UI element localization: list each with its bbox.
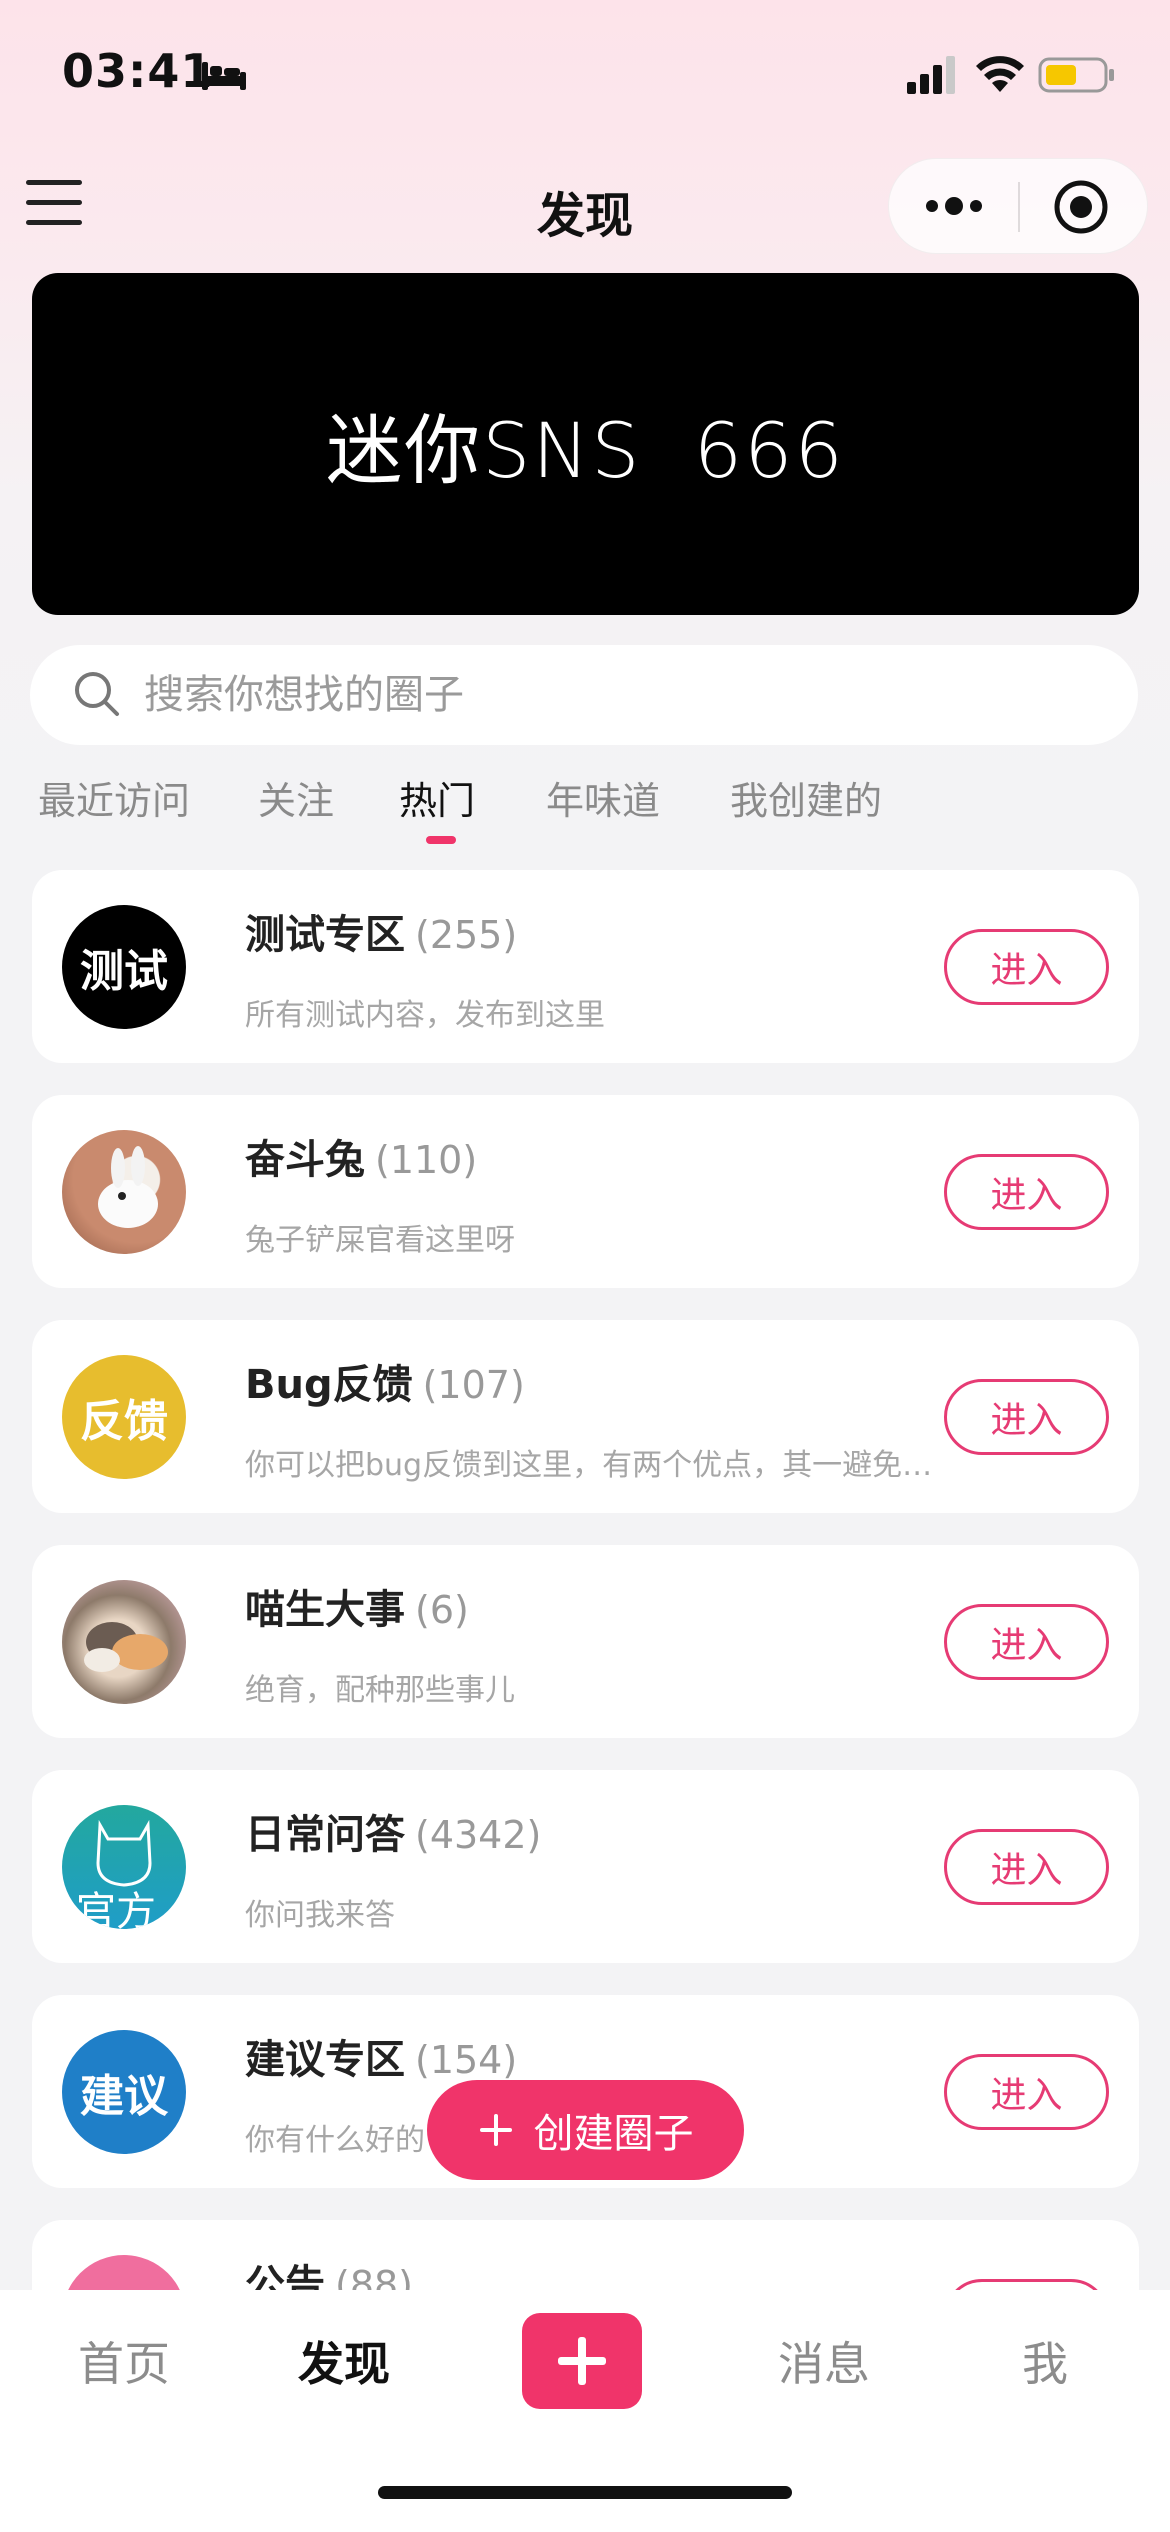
avatar-label: 测试 — [80, 946, 168, 997]
tab-new-year[interactable]: 年味道 — [546, 770, 660, 825]
circle-member-count: (154) — [415, 2038, 518, 2082]
tabbar-messages[interactable]: 消息 — [778, 2328, 870, 2394]
tab-hot[interactable]: 热门 — [399, 770, 475, 825]
avatar-label: 反馈 — [80, 1396, 168, 1447]
circle-name: 测试专区 — [245, 912, 405, 958]
tab-following[interactable]: 关注 — [258, 770, 334, 825]
home-indicator — [378, 2486, 792, 2499]
plus-icon — [558, 2337, 606, 2385]
banner-text: 迷你SNS 666 — [326, 406, 845, 495]
circle-avatar — [62, 1580, 186, 1704]
avatar-label: 建议 — [80, 2071, 168, 2122]
wifi-icon — [976, 56, 1024, 92]
tabbar-me[interactable]: 我 — [1022, 2328, 1068, 2394]
tabbar-post-button[interactable] — [522, 2313, 642, 2409]
close-miniprogram-icon[interactable] — [1052, 178, 1110, 236]
circle-avatar — [62, 1130, 186, 1254]
circle-name: 奋斗兔 — [245, 1137, 365, 1183]
circle-name: 喵生大事 — [245, 1587, 405, 1633]
cats-photo-icon — [84, 1622, 168, 1672]
plus-icon — [479, 2114, 512, 2146]
circle-description: 你可以把bug反馈到这里，有两个优点，其一避免重复反馈 — [245, 1448, 935, 1483]
cellular-signal-icon — [907, 56, 955, 94]
status-bar: 03:41 — [0, 0, 1170, 140]
circle-title-row: Bug反馈 (107) — [245, 1352, 525, 1410]
more-options-icon[interactable] — [922, 190, 986, 222]
circle-avatar: 测试 — [62, 905, 186, 1029]
circle-member-count: (6) — [415, 1588, 469, 1632]
circle-card[interactable]: 反馈 Bug反馈(107) 你可以把bug反馈到这里，有两个优点，其一避免重复反… — [32, 1320, 1139, 1513]
tabbar-home[interactable]: 首页 — [78, 2328, 170, 2394]
circle-avatar: 官方 — [62, 1805, 186, 1929]
tab-created-by-me[interactable]: 我创建的 — [730, 770, 882, 825]
circle-member-count: (110) — [375, 1138, 478, 1182]
search-input[interactable] — [144, 645, 1104, 745]
circle-card[interactable]: 测试 测试专区 (255) 所有测试内容，发布到这里 进入 — [32, 870, 1139, 1063]
search-bar[interactable] — [30, 645, 1138, 745]
circle-name: 日常问答 — [245, 1812, 405, 1858]
tab-recent[interactable]: 最近访问 — [38, 770, 190, 825]
circle-title-row: 建议专区 (154) — [245, 2027, 517, 2085]
capsule-divider — [1018, 182, 1020, 232]
circle-title-row: 测试专区 (255) — [245, 902, 517, 960]
category-tabs: 最近访问 关注 热门 年味道 我创建的 — [0, 770, 1170, 850]
avatar-label: 官方 — [76, 1889, 156, 1929]
circle-title-row: 喵生大事 (6) — [245, 1577, 469, 1635]
circle-card[interactable]: 喵生大事 (6) 绝育，配种那些事儿 进入 — [32, 1545, 1139, 1738]
circle-member-count: (255) — [415, 913, 518, 957]
circle-avatar: 反馈 — [62, 1355, 186, 1479]
enter-button[interactable]: 进入 — [944, 929, 1109, 1005]
promo-banner[interactable]: 迷你SNS 666 — [32, 273, 1139, 615]
tabbar-discover[interactable]: 发现 — [298, 2328, 390, 2394]
circle-description: 你问我来答 — [245, 1898, 395, 1933]
search-icon — [75, 672, 119, 716]
enter-button[interactable]: 进入 — [944, 1604, 1109, 1680]
sleep-focus-icon — [202, 62, 246, 90]
circle-card[interactable]: 官方 日常问答 (4342) 你问我来答 进入 — [32, 1770, 1139, 1963]
battery-icon — [1038, 57, 1114, 93]
active-tab-indicator — [426, 836, 456, 844]
circle-name: 建议专区 — [245, 2037, 405, 2083]
circle-description: 所有测试内容，发布到这里 — [245, 998, 605, 1033]
circle-title-row: 奋斗兔 (110) — [245, 1127, 477, 1185]
discover-page: 03:41 发现 迷你SNS 666 搜索你想找的圈子 最近访问 关注 热门 年… — [0, 0, 1170, 2532]
circle-description: 绝育，配种那些事儿 — [245, 1673, 515, 1708]
circle-member-count: (4342) — [415, 1813, 542, 1857]
circle-avatar: 建议 — [62, 2030, 186, 2154]
enter-button[interactable]: 进入 — [944, 1154, 1109, 1230]
enter-button[interactable]: 进入 — [944, 2054, 1109, 2130]
enter-button[interactable]: 进入 — [944, 1829, 1109, 1905]
circle-card[interactable]: 奋斗兔 (110) 兔子铲屎官看这里呀 进入 — [32, 1095, 1139, 1288]
circle-member-count: (107) — [422, 1363, 525, 1407]
enter-button[interactable]: 进入 — [944, 1379, 1109, 1455]
circle-description: 兔子铲屎官看这里呀 — [245, 1223, 515, 1258]
create-circle-label: 创建圈子 — [533, 2111, 694, 2157]
circle-name: Bug反馈 — [245, 1362, 413, 1408]
rabbit-photo-icon — [98, 1146, 158, 1228]
create-circle-button[interactable]: 创建圈子 — [427, 2080, 744, 2180]
circle-title-row: 日常问答 (4342) — [245, 1802, 541, 1860]
status-time: 03:41 — [62, 44, 214, 98]
